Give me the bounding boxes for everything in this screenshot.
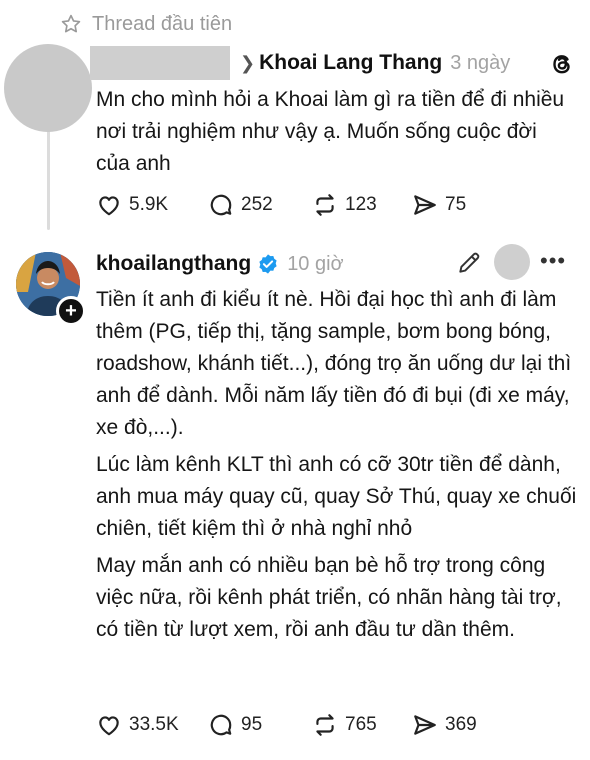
post2-paragraph: May mắn anh có nhiều bạn bè hỗ trợ trong… — [96, 554, 562, 641]
post2-text: Tiền ít anh đi kiểu ít nè. Hồi đại học t… — [96, 284, 586, 651]
share-count: 75 — [445, 194, 467, 215]
like-button[interactable]: 33.5K — [96, 712, 208, 738]
share-button[interactable]: 75 — [412, 192, 466, 218]
repost-count: 123 — [345, 194, 377, 215]
more-icon[interactable]: ••• — [540, 250, 566, 272]
like-button[interactable]: 5.9K — [96, 192, 208, 218]
post2-header: khoailangthang 10 giờ — [96, 248, 344, 280]
author-username[interactable]: khoailangthang — [96, 252, 251, 276]
post1-text: Mn cho mình hỏi a Khoai làm gì ra tiền đ… — [96, 88, 565, 175]
post2-paragraph: Lúc làm kênh KLT thì anh có cỡ 30tr tiền… — [96, 453, 577, 540]
redacted-avatar — [494, 244, 530, 280]
star-icon — [61, 14, 81, 33]
comment-icon — [210, 714, 232, 736]
share-button[interactable]: 369 — [412, 712, 477, 738]
repost-icon — [316, 194, 334, 216]
post-time: 3 ngày — [450, 51, 511, 74]
pencil-icon[interactable] — [456, 250, 482, 276]
comment-button[interactable]: 252 — [208, 192, 312, 218]
verified-icon — [259, 254, 277, 274]
repost-count: 765 — [345, 714, 377, 735]
comment-count: 95 — [241, 714, 263, 735]
heart-icon — [99, 196, 119, 216]
post2-paragraph: Tiền ít anh đi kiểu ít nè. Hồi đại học t… — [96, 288, 572, 439]
comment-button[interactable]: 95 — [208, 712, 312, 738]
repost-icon — [316, 714, 334, 736]
repost-button[interactable]: 765 — [312, 712, 412, 738]
heart-icon — [99, 716, 119, 736]
share-count: 369 — [445, 714, 477, 735]
post2-actions: 33.5K 95 765 369 — [96, 712, 477, 738]
post1-header: ❯ Khoai Lang Thang 3 ngày — [90, 46, 578, 80]
like-count: 33.5K — [129, 714, 179, 735]
chevron-right-icon: ❯ — [240, 52, 256, 73]
threads-logo-icon[interactable] — [548, 50, 576, 78]
like-count: 5.9K — [129, 194, 169, 215]
comment-icon — [210, 194, 232, 216]
repost-button[interactable]: 123 — [312, 192, 412, 218]
reply-to-username[interactable]: Khoai Lang Thang — [259, 51, 442, 75]
comment-count: 252 — [241, 194, 273, 215]
pinned-thread-label: Thread đầu tiên — [60, 10, 232, 38]
share-icon — [414, 715, 436, 735]
avatar[interactable] — [4, 44, 92, 132]
redacted-username — [90, 46, 230, 80]
post1-actions: 5.9K 252 123 75 — [96, 192, 466, 218]
share-icon — [414, 195, 436, 215]
pinned-label-text: Thread đầu tiên — [92, 12, 233, 35]
follow-plus-icon[interactable]: + — [56, 296, 86, 326]
post-time: 10 giờ — [287, 252, 344, 275]
